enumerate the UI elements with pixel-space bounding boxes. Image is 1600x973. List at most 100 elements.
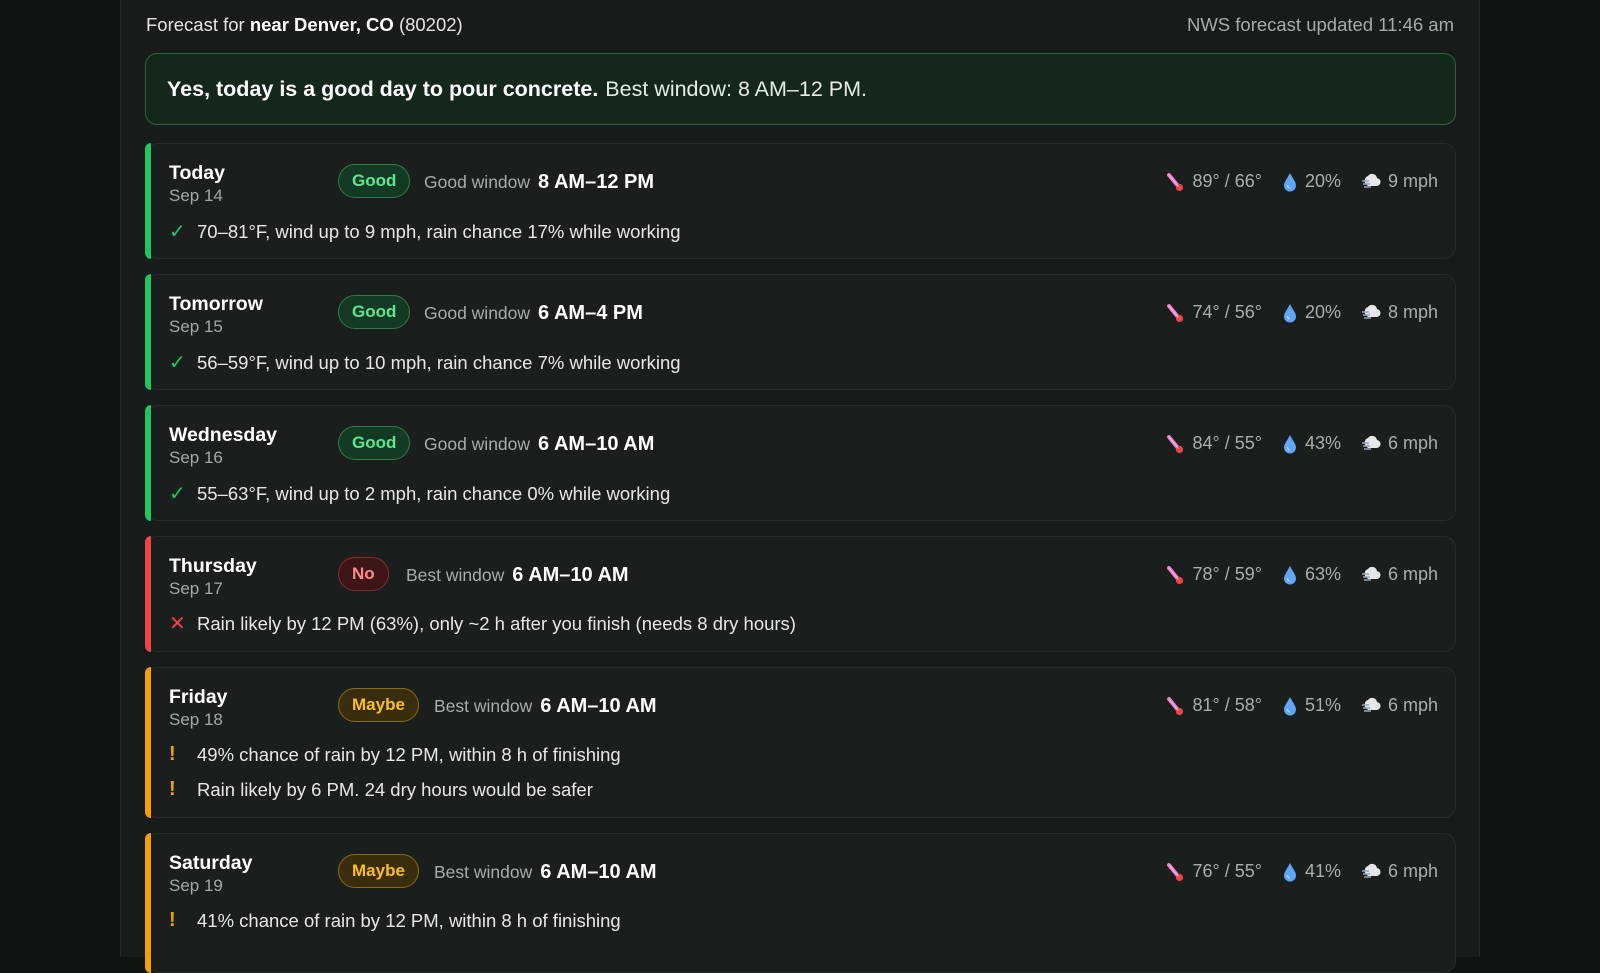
status-stripe xyxy=(145,833,151,973)
verdict-banner: Yes, today is a good day to pour concret… xyxy=(145,53,1456,125)
wind-icon xyxy=(1361,697,1381,712)
window-time: 8 AM–12 PM xyxy=(538,171,655,193)
raindrop-icon xyxy=(1283,172,1296,191)
rain-stat: 51% xyxy=(1282,695,1341,716)
work-window: Good window 6 AM–4 PM xyxy=(424,302,643,325)
work-window: Best window 6 AM–10 AM xyxy=(434,861,657,884)
day-label: Thursday Sep 17 xyxy=(169,554,257,600)
wind-stat: 6 mph xyxy=(1361,564,1438,585)
wind-stat: 6 mph xyxy=(1361,433,1438,454)
forecast-panel: Forecast for near Denver, CO (80202) NWS… xyxy=(120,0,1480,973)
day-card[interactable]: Tomorrow Sep 15 Good Good window 6 AM–4 P… xyxy=(145,274,1456,390)
temp-value: 78° / 59° xyxy=(1192,564,1262,584)
wind-value: 8 mph xyxy=(1387,302,1438,322)
reason-list: ✕ Rain likely by 12 PM (63%), only ~2 h … xyxy=(169,606,796,641)
day-date: Sep 14 xyxy=(169,186,223,205)
temp-stat: 76° / 55° xyxy=(1165,861,1262,882)
warning-icon: ! xyxy=(169,909,176,931)
location-zip: (80202) xyxy=(398,14,463,35)
thermometer-icon xyxy=(1167,303,1184,322)
thermometer-icon xyxy=(1167,434,1184,453)
thermometer-icon xyxy=(1167,172,1184,191)
verdict-text: Yes, today is a good day to pour concret… xyxy=(167,76,599,101)
rain-stat: 63% xyxy=(1282,564,1341,585)
location-prefix: Forecast for xyxy=(146,14,245,35)
reason-text: 70–81°F, wind up to 9 mph, rain chance 1… xyxy=(197,220,681,242)
forecast-header: Forecast for near Denver, CO (80202) NWS… xyxy=(146,12,1454,38)
reason-item: ! 49% chance of rain by 12 PM, within 8 … xyxy=(169,737,621,772)
status-badge: Good xyxy=(338,426,411,460)
status-stripe xyxy=(145,274,151,390)
raindrop-icon xyxy=(1283,565,1296,584)
day-card[interactable]: Today Sep 14 Good Good window 8 AM–12 PM … xyxy=(145,143,1456,259)
rain-value: 43% xyxy=(1304,433,1341,453)
window-label: Best window xyxy=(434,696,533,716)
status-badge: Good xyxy=(338,295,411,329)
day-label: Saturday Sep 19 xyxy=(169,851,252,897)
day-card[interactable]: Friday Sep 18 Maybe Best window 6 AM–10 A… xyxy=(145,667,1456,818)
thermometer-icon xyxy=(1167,696,1184,715)
reason-text: 55–63°F, wind up to 2 mph, rain chance 0… xyxy=(197,482,671,504)
wind-value: 9 mph xyxy=(1387,171,1438,191)
reason-list: ✓ 70–81°F, wind up to 9 mph, rain chance… xyxy=(169,214,681,249)
reason-item: ! 41% chance of rain by 12 PM, within 8 … xyxy=(169,903,621,938)
status-badge: No xyxy=(338,557,389,591)
wind-stat: 6 mph xyxy=(1361,861,1438,882)
raindrop-icon xyxy=(1283,696,1296,715)
window-label: Good window xyxy=(424,303,531,323)
reason-list: ✓ 56–59°F, wind up to 10 mph, rain chanc… xyxy=(169,345,681,380)
wind-value: 6 mph xyxy=(1387,433,1438,453)
rain-value: 51% xyxy=(1304,695,1341,715)
temp-stat: 89° / 66° xyxy=(1165,171,1262,192)
wind-stat: 8 mph xyxy=(1361,302,1438,323)
window-time: 6 AM–4 PM xyxy=(538,302,643,324)
temp-stat: 81° / 58° xyxy=(1165,695,1262,716)
day-card[interactable]: Wednesday Sep 16 Good Good window 6 AM–10… xyxy=(145,405,1456,521)
reason-item: ! Rain likely by 6 PM. 24 dry hours woul… xyxy=(169,772,621,807)
work-window: Good window 8 AM–12 PM xyxy=(424,171,654,194)
day-card[interactable]: Thursday Sep 17 No Best window 6 AM–10 AM… xyxy=(145,536,1456,652)
verdict-window: Best window: 8 AM–12 PM. xyxy=(605,76,868,101)
rain-stat: 41% xyxy=(1282,861,1341,882)
rain-value: 20% xyxy=(1304,302,1341,322)
reason-list: ! 49% chance of rain by 12 PM, within 8 … xyxy=(169,737,621,807)
day-name: Tomorrow xyxy=(169,293,263,315)
temp-value: 84° / 55° xyxy=(1192,433,1262,453)
reason-list: ! 41% chance of rain by 12 PM, within 8 … xyxy=(169,903,621,938)
wind-value: 6 mph xyxy=(1387,695,1438,715)
reason-item: ✕ Rain likely by 12 PM (63%), only ~2 h … xyxy=(169,606,796,641)
window-time: 6 AM–10 AM xyxy=(540,861,657,883)
window-time: 6 AM–10 AM xyxy=(512,564,629,586)
window-time: 6 AM–10 AM xyxy=(538,433,655,455)
reason-text: 41% chance of rain by 12 PM, within 8 h … xyxy=(197,909,621,931)
day-name: Today xyxy=(169,162,225,184)
day-card[interactable]: Saturday Sep 19 Maybe Best window 6 AM–10… xyxy=(145,833,1456,973)
day-name: Thursday xyxy=(169,555,257,577)
window-label: Good window xyxy=(424,172,531,192)
temp-value: 89° / 66° xyxy=(1192,171,1262,191)
cross-icon: ✕ xyxy=(169,613,186,635)
work-window: Best window 6 AM–10 AM xyxy=(406,564,629,587)
temp-stat: 84° / 55° xyxy=(1165,433,1262,454)
temp-value: 76° / 55° xyxy=(1192,861,1262,881)
window-label: Best window xyxy=(434,862,533,882)
window-label: Good window xyxy=(424,434,531,454)
weather-stats: 74° / 56° 20% 8 mph xyxy=(1145,302,1438,323)
wind-stat: 6 mph xyxy=(1361,695,1438,716)
reason-item: ✓ 55–63°F, wind up to 2 mph, rain chance… xyxy=(169,476,670,511)
wind-icon xyxy=(1361,304,1381,319)
status-stripe xyxy=(145,143,151,259)
work-window: Good window 6 AM–10 AM xyxy=(424,433,654,456)
weather-stats: 76° / 55° 41% 6 mph xyxy=(1145,861,1438,882)
day-label: Tomorrow Sep 15 xyxy=(169,292,263,338)
wind-icon xyxy=(1361,173,1381,188)
day-label: Wednesday Sep 16 xyxy=(169,423,277,469)
temp-value: 74° / 56° xyxy=(1192,302,1262,322)
check-icon: ✓ xyxy=(169,221,186,243)
rain-value: 41% xyxy=(1304,861,1341,881)
window-label: Best window xyxy=(406,565,505,585)
day-date: Sep 18 xyxy=(169,710,223,729)
reason-text: Rain likely by 6 PM. 24 dry hours would … xyxy=(197,778,593,800)
status-stripe xyxy=(145,536,151,652)
wind-value: 6 mph xyxy=(1387,564,1438,584)
